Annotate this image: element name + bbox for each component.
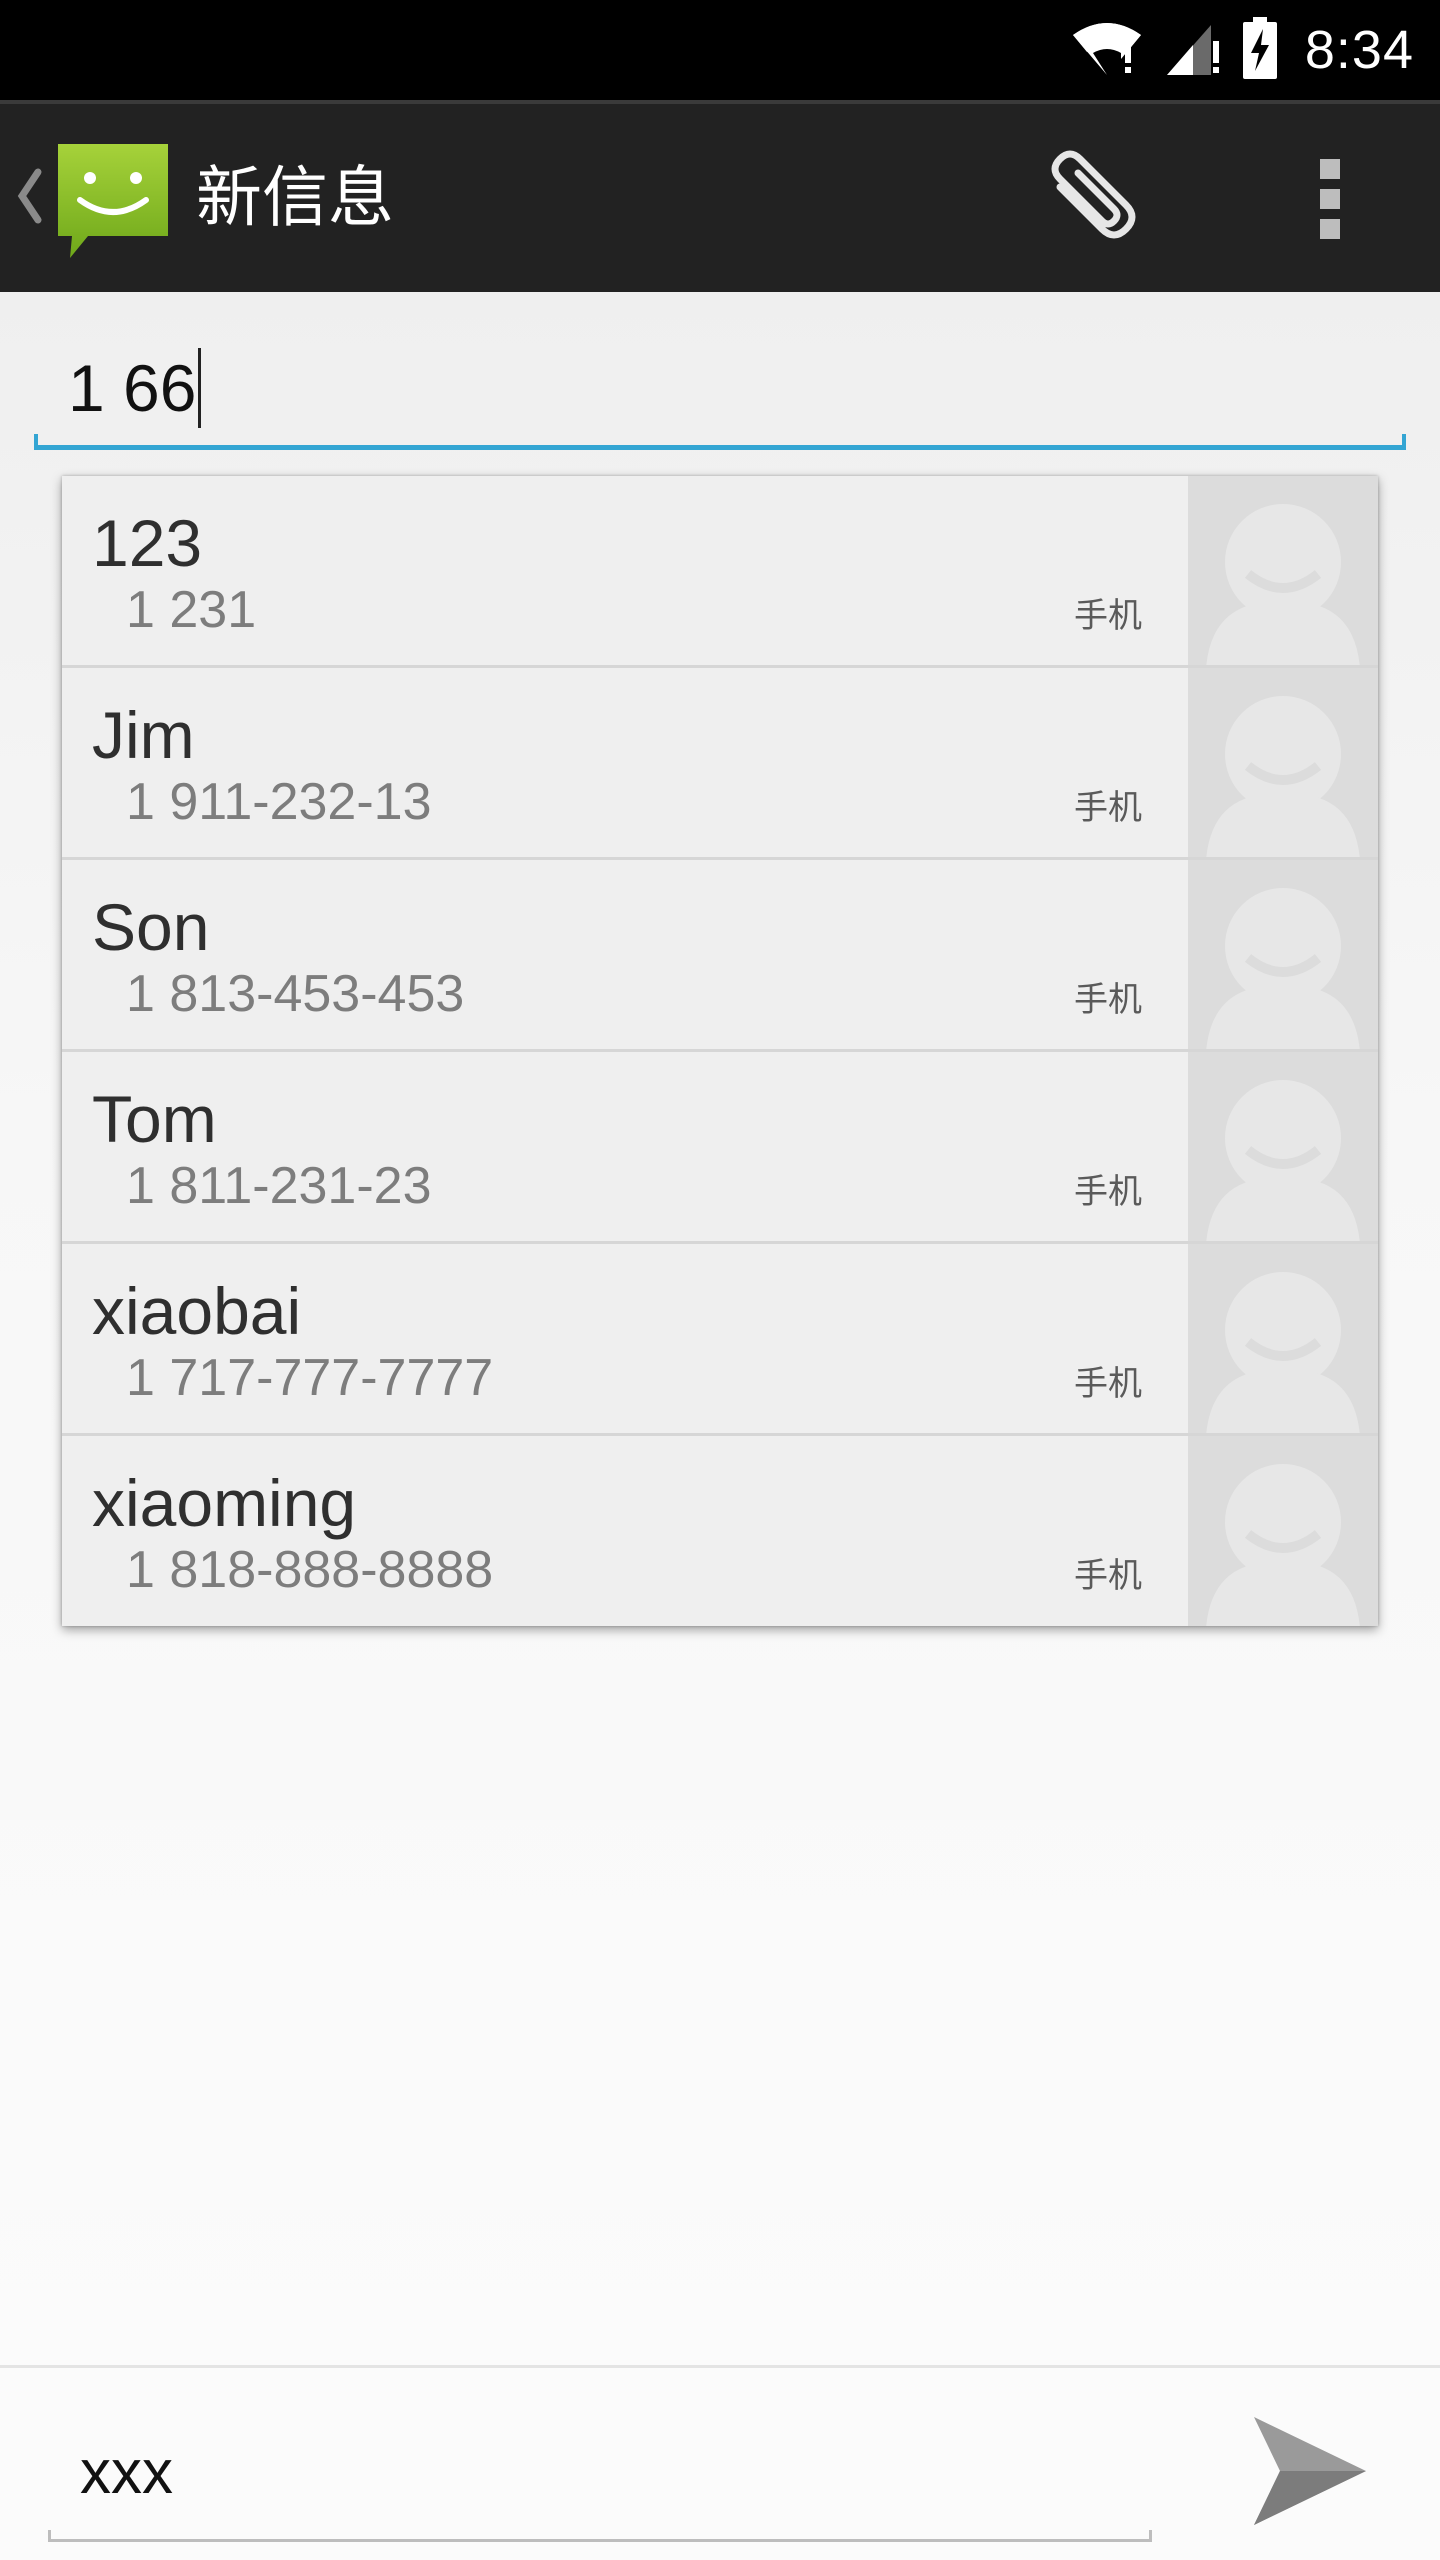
contact-avatar-placeholder-icon bbox=[1188, 1052, 1378, 1241]
overflow-menu-button[interactable] bbox=[1290, 146, 1370, 256]
paperclip-attach-icon bbox=[1040, 149, 1150, 253]
recipient-input-value: 1 66 bbox=[68, 351, 197, 425]
contact-number: 1 818-888-8888 bbox=[126, 1541, 494, 1599]
contact-avatar-placeholder-icon bbox=[1188, 860, 1378, 1049]
up-chevron-icon[interactable] bbox=[14, 166, 44, 226]
contact-suggestions-dropdown: 123 1 231 手机 Jim 1 911-232-13 手机 Son 1 8… bbox=[62, 476, 1378, 1626]
contact-number: 1 231 bbox=[126, 581, 257, 639]
messaging-app-logo-icon[interactable] bbox=[52, 140, 174, 260]
message-compose-input[interactable]: xxx bbox=[48, 2414, 1152, 2542]
contact-suggestion[interactable]: 123 1 231 手机 bbox=[62, 476, 1378, 668]
contact-number-type: 手机 bbox=[1074, 1172, 1142, 1212]
contact-number: 1 717-777-7777 bbox=[126, 1349, 494, 1407]
compose-bar: xxx bbox=[0, 2365, 1440, 2560]
cell-signal-no-data-icon bbox=[1163, 19, 1223, 81]
contact-number: 1 813-453-453 bbox=[126, 965, 465, 1023]
contact-name: Son bbox=[92, 890, 210, 964]
status-icons: 8:34 bbox=[1071, 14, 1414, 86]
overflow-menu-icon bbox=[1318, 157, 1342, 245]
contact-name: xiaobai bbox=[92, 1274, 302, 1348]
contact-avatar-placeholder-icon bbox=[1188, 476, 1378, 665]
contact-number-type: 手机 bbox=[1074, 1364, 1142, 1404]
contact-name: 123 bbox=[92, 506, 203, 580]
wifi-no-internet-icon bbox=[1071, 19, 1143, 81]
contact-name: Jim bbox=[92, 698, 195, 772]
contact-number-type: 手机 bbox=[1074, 788, 1142, 828]
contact-suggestion[interactable]: Tom 1 811-231-23 手机 bbox=[62, 1052, 1378, 1244]
contact-suggestion[interactable]: xiaoming 1 818-888-8888 手机 bbox=[62, 1436, 1378, 1626]
status-time: 8:34 bbox=[1304, 20, 1414, 80]
contact-avatar-placeholder-icon bbox=[1188, 668, 1378, 857]
contact-name: Tom bbox=[92, 1082, 217, 1156]
contact-name: xiaoming bbox=[92, 1466, 357, 1540]
action-bar: 新信息 bbox=[0, 100, 1440, 292]
contact-number-type: 手机 bbox=[1074, 1556, 1142, 1596]
recipient-input[interactable]: 1 66 bbox=[34, 330, 1406, 450]
text-cursor bbox=[198, 348, 202, 428]
contact-number-type: 手机 bbox=[1074, 596, 1142, 636]
status-bar: 8:34 bbox=[0, 0, 1440, 100]
contact-number: 1 911-232-13 bbox=[126, 773, 432, 831]
contact-suggestion[interactable]: Son 1 813-453-453 手机 bbox=[62, 860, 1378, 1052]
contact-number: 1 811-231-23 bbox=[126, 1157, 432, 1215]
send-button[interactable] bbox=[1240, 2408, 1380, 2538]
contact-avatar-placeholder-icon bbox=[1188, 1244, 1378, 1433]
contact-suggestion[interactable]: Jim 1 911-232-13 手机 bbox=[62, 668, 1378, 860]
send-arrow-icon bbox=[1250, 2413, 1370, 2533]
message-compose-value: xxx bbox=[80, 2438, 173, 2507]
recipient-input-text-wrap: 1 66 bbox=[68, 348, 202, 428]
battery-charging-icon bbox=[1242, 17, 1277, 83]
contact-suggestion[interactable]: xiaobai 1 717-777-7777 手机 bbox=[62, 1244, 1378, 1436]
attach-button[interactable] bbox=[1030, 146, 1160, 256]
contact-avatar-placeholder-icon bbox=[1188, 1436, 1378, 1626]
contact-number-type: 手机 bbox=[1074, 980, 1142, 1020]
page-title: 新信息 bbox=[196, 159, 394, 236]
